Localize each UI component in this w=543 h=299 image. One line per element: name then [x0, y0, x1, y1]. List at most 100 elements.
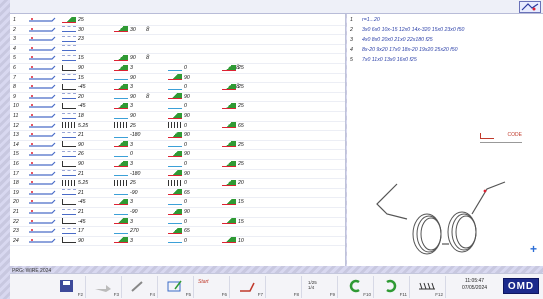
table-row[interactable]: 9 20 90 90 8 — [10, 93, 345, 103]
step-bend-cell[interactable]: 25 — [222, 83, 244, 92]
step-bend-cell[interactable]: 15 — [222, 198, 244, 207]
step-rot-cell[interactable]: -180 — [114, 131, 140, 140]
step-rot-cell[interactable]: 90 — [114, 74, 136, 83]
table-row[interactable]: 5 15 90 8 — [10, 54, 345, 64]
step-rot-cell[interactable]: 0 — [168, 102, 187, 111]
step-bend-cell[interactable]: 25 — [222, 160, 244, 169]
step-bend-cell[interactable]: 3 — [114, 198, 133, 207]
table-row[interactable]: 8 -45 3 0 25 8 — [10, 83, 345, 93]
step-bend-cell[interactable]: 90 — [168, 112, 190, 121]
step-rot-cell[interactable]: 90 — [114, 112, 136, 121]
step-wave-cell[interactable]: 0 — [168, 179, 187, 188]
step-button[interactable]: F7 — [230, 276, 266, 298]
table-row[interactable]: 19 21 -90 65 — [10, 189, 345, 199]
step-ang-cell[interactable]: 90 — [62, 141, 84, 150]
step-feed-cell[interactable]: 21 — [62, 170, 84, 179]
step-rot-cell[interactable]: 0 — [168, 64, 187, 73]
step-bend-cell[interactable]: 90 — [168, 131, 190, 140]
code-list-item[interactable]: 1 r=1...20 — [350, 17, 380, 23]
table-row[interactable]: 13 21 -180 90 — [10, 131, 345, 141]
table-row[interactable]: 1 25 — [10, 16, 345, 26]
step-feed-cell[interactable]: 20 — [62, 93, 84, 102]
table-row[interactable]: 4 — [10, 45, 345, 55]
table-row[interactable]: 2 30 30 8 — [10, 26, 345, 36]
step-bend-cell[interactable]: 25 — [222, 64, 244, 73]
step-feed-cell[interactable] — [62, 45, 78, 54]
table-row[interactable]: 20 -45 3 0 15 — [10, 198, 345, 208]
step-bend-cell[interactable]: 90 — [168, 150, 190, 159]
step-feed-cell[interactable]: 26 — [62, 150, 84, 159]
step-bend-cell[interactable]: 65 — [222, 122, 244, 131]
table-row[interactable]: 14 90 3 0 25 — [10, 141, 345, 151]
edit-button[interactable]: F5 — [158, 276, 194, 298]
step-bend-cell[interactable]: 25 — [62, 16, 84, 25]
step-feed-cell[interactable]: 23 — [62, 35, 84, 44]
blank-button[interactable]: F8 — [266, 276, 302, 298]
step-bend-cell[interactable]: 3 — [114, 141, 133, 150]
step-rot-cell[interactable]: 270 — [114, 227, 139, 236]
count-button[interactable]: 1/25 1/4 F9 — [302, 276, 338, 298]
table-row[interactable]: 22 -45 3 0 15 — [10, 218, 345, 228]
step-rot-cell[interactable]: 0 — [114, 150, 133, 159]
step-feed-cell[interactable]: 21 — [62, 189, 84, 198]
step-rot-cell[interactable]: 0 — [168, 83, 187, 92]
table-row[interactable]: 16 90 3 0 25 — [10, 160, 345, 170]
step-bend-cell[interactable]: 90 — [168, 208, 190, 217]
start-button[interactable]: Start F6 — [194, 276, 230, 298]
step-bend-cell[interactable]: 65 — [168, 189, 190, 198]
tool-action-icon[interactable] — [519, 1, 541, 13]
step-bend-cell[interactable]: 20 — [222, 179, 244, 188]
table-row[interactable]: 15 26 0 90 — [10, 150, 345, 160]
table-row[interactable]: 6 90 3 0 25 8 — [10, 64, 345, 74]
add-icon[interactable]: + — [530, 242, 537, 256]
code-list-item[interactable]: 3 4x0 8x0 20x0 21x0 22x180 f25 — [350, 37, 433, 43]
step-ang-cell[interactable]: 90 — [62, 160, 84, 169]
step-feed-cell[interactable]: 17 — [62, 227, 84, 236]
step-bend-cell[interactable]: 3 — [114, 64, 133, 73]
code-button[interactable]: CODE — [480, 127, 522, 143]
save-button[interactable]: F2 — [50, 276, 86, 298]
step-wave-cell[interactable]: 0 — [168, 122, 187, 131]
table-row[interactable]: 12 5.25 25 0 65 — [10, 122, 345, 132]
table-row[interactable]: 10 -45 3 0 25 — [10, 102, 345, 112]
step-ang-cell[interactable]: -45 — [62, 102, 86, 111]
step-rot-cell[interactable]: 0 — [168, 237, 187, 246]
step-rot-cell[interactable]: -180 — [114, 170, 140, 179]
step-wave-cell[interactable]: 5.25 — [62, 179, 88, 188]
code-list-item[interactable]: 4 8x-20 9x20 17x0 18x-20 19x20 25x20 f50 — [350, 47, 457, 53]
step-bend-cell[interactable]: 25 — [222, 102, 244, 111]
step-bend-cell[interactable]: 3 — [114, 83, 133, 92]
code-list-item[interactable]: 2 3x0 6x0 10x-15 12x0 14x-320 15x0 23x0 f… — [350, 27, 464, 33]
coil-button[interactable]: F12 — [410, 276, 446, 298]
rotate-left-button[interactable]: F10 — [338, 276, 374, 298]
step-ang-cell[interactable]: -45 — [62, 218, 86, 227]
table-row[interactable]: 3 23 — [10, 35, 345, 45]
step-feed-cell[interactable]: 15 — [62, 54, 84, 63]
step-ang-cell[interactable]: -45 — [62, 83, 86, 92]
step-wave-cell[interactable]: 5.25 — [62, 122, 88, 131]
step-bend-cell[interactable]: 65 — [168, 227, 190, 236]
step-rot-cell[interactable]: -90 — [114, 208, 138, 217]
step-ang-cell[interactable]: 90 — [62, 237, 84, 246]
step-rot-cell[interactable]: -90 — [114, 189, 138, 198]
step-wave-cell[interactable]: 25 — [114, 122, 136, 131]
step-ang-cell[interactable]: 90 — [62, 64, 84, 73]
step-rot-cell[interactable]: 0 — [168, 141, 187, 150]
step-bend-cell[interactable]: 3 — [114, 160, 133, 169]
step-bend-cell[interactable]: 90 — [168, 93, 190, 102]
step-rot-cell[interactable]: 90 — [114, 93, 136, 102]
step-rot-cell[interactable]: 0 — [168, 160, 187, 169]
step-bend-cell[interactable]: 15 — [222, 218, 244, 227]
rotate-right-button[interactable]: F11 — [374, 276, 410, 298]
table-row[interactable]: 21 21 -90 90 — [10, 208, 345, 218]
table-row[interactable]: 23 17 270 65 — [10, 227, 345, 237]
step-bend-cell[interactable]: 25 — [222, 141, 244, 150]
step-bend-cell[interactable]: 90 — [168, 170, 190, 179]
step-bend-cell[interactable]: 3 — [114, 218, 133, 227]
step-rot-cell[interactable]: 0 — [168, 198, 187, 207]
step-feed-cell[interactable]: 15 — [62, 74, 84, 83]
step-feed-cell[interactable]: 21 — [62, 131, 84, 140]
tool-button[interactable]: F4 — [122, 276, 158, 298]
table-row[interactable]: 18 5.25 25 0 20 — [10, 179, 345, 189]
step-bend-cell[interactable]: 3 — [114, 102, 133, 111]
